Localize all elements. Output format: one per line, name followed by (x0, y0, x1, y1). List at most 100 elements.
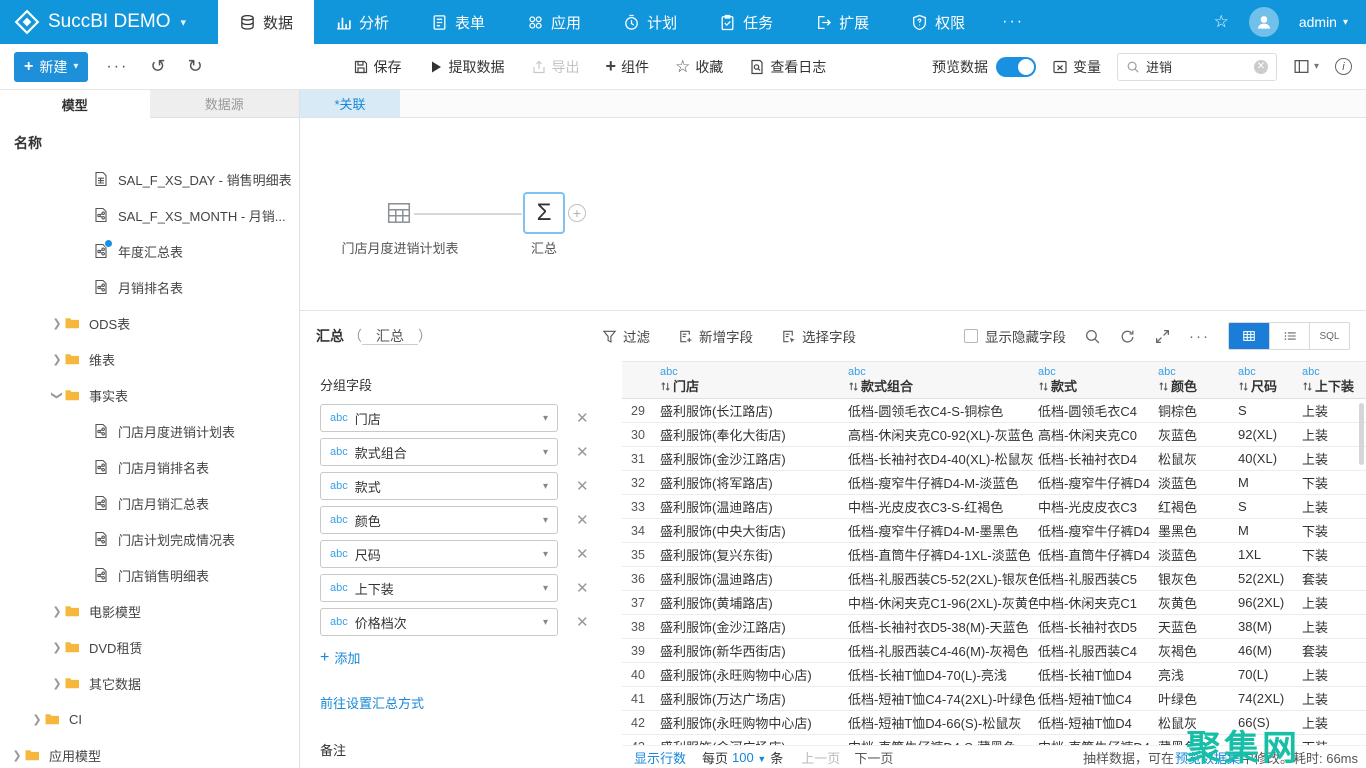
table-row[interactable]: 29盛利服饰(长江路店)低档-圆领毛衣C4-S-铜棕色低档-圆领毛衣C4铜棕色S… (622, 399, 1366, 423)
column-header-5[interactable]: abc 上下装 (1302, 362, 1366, 398)
tab-datasource[interactable]: 数据源 (150, 90, 300, 118)
tree-item-app-model-folder[interactable]: ❯ 应用模型 (0, 737, 299, 768)
table-row[interactable]: 37盛利服饰(黄埔路店)中档-休闲夹克C1-96(2XL)-灰黄色中档-休闲夹克… (622, 591, 1366, 615)
tree-item-store-completion[interactable]: 门店计划完成情况表 (0, 521, 299, 557)
expand-button[interactable] (1154, 328, 1171, 345)
tree-expand-icon[interactable]: ❯ (50, 677, 64, 690)
group-field-select-1[interactable]: abc 款式组合 ▾ (320, 438, 558, 466)
nav-tab-forms[interactable]: 表单 (410, 0, 506, 44)
redo-button[interactable]: ↻ (187, 56, 202, 77)
tree-expand-icon[interactable]: ❯ (30, 713, 44, 726)
tab-model[interactable]: 模型 (0, 90, 150, 118)
sum-node[interactable]: Σ (523, 192, 565, 234)
remove-field-button[interactable]: ✕ (576, 409, 589, 427)
tree-item-movie-folder[interactable]: ❯ 电影模型 (0, 593, 299, 629)
group-field-select-3[interactable]: abc 颜色 ▾ (320, 506, 558, 534)
extract-data-button[interactable]: 提取数据 (428, 57, 505, 77)
list-view-button[interactable] (1269, 323, 1309, 349)
preview-data-toggle[interactable] (996, 57, 1036, 77)
tree-item-other-folder[interactable]: ❯ 其它数据 (0, 665, 299, 701)
add-node-button[interactable]: + (568, 204, 586, 222)
table-row[interactable]: 42盛利服饰(永旺购物中心店)低档-短袖T恤D4-66(S)-松鼠灰低档-短袖T… (622, 711, 1366, 735)
panel-search-button[interactable] (1084, 328, 1101, 345)
table-row[interactable]: 30盛利服饰(奉化大街店)高档-休闲夹克C0-92(XL)-灰蓝色高档-休闲夹克… (622, 423, 1366, 447)
tree-item-store-rank[interactable]: 门店月销排名表 (0, 449, 299, 485)
remove-field-button[interactable]: ✕ (576, 613, 589, 631)
group-field-select-6[interactable]: abc 价格档次 ▾ (320, 608, 558, 636)
tree-expand-icon[interactable]: ❯ (10, 749, 24, 762)
column-header-2[interactable]: abc 款式 (1038, 362, 1158, 398)
tree-item-store-plan[interactable]: 门店月度进销计划表 (0, 413, 299, 449)
nav-tab-extensions[interactable]: 扩展 (794, 0, 890, 44)
tree-item-dvd-folder[interactable]: ❯ DVD租赁 (0, 629, 299, 665)
table-row[interactable]: 39盛利服饰(新华西街店)低档-礼服西装C4-46(M)-灰褐色低档-礼服西装C… (622, 639, 1366, 663)
nav-tab-tasks[interactable]: 任务 (698, 0, 794, 44)
remove-field-button[interactable]: ✕ (576, 511, 589, 529)
tree-collapse-icon[interactable]: ❯ (51, 388, 64, 402)
panel-more-button[interactable]: ··· (1189, 328, 1210, 345)
remove-field-button[interactable]: ✕ (576, 579, 589, 597)
group-field-select-2[interactable]: abc 款式 ▾ (320, 472, 558, 500)
panel-name-input[interactable]: 汇总 (362, 328, 418, 345)
nav-tab-plans[interactable]: 计划 (602, 0, 698, 44)
favorite-button[interactable]: ☆ 收藏 (675, 57, 723, 77)
select-field-button[interactable]: 选择字段 (781, 326, 856, 346)
view-log-button[interactable]: 查看日志 (749, 57, 826, 77)
tree-item-store-detail[interactable]: 门店销售明细表 (0, 557, 299, 593)
column-header-0[interactable]: abc 门店 (660, 362, 848, 398)
favorite-star-icon[interactable]: ☆ (1214, 12, 1229, 32)
tree-expand-icon[interactable]: ❯ (50, 605, 64, 618)
remove-field-button[interactable]: ✕ (576, 443, 589, 461)
tree-item-fact-folder[interactable]: ❯ 事实表 (0, 377, 299, 413)
tree-expand-icon[interactable]: ❯ (50, 353, 64, 366)
layout-switch-button[interactable]: ▾ (1293, 58, 1319, 75)
save-button[interactable]: 保存 (353, 57, 402, 77)
next-page-button[interactable]: 下一页 (854, 748, 893, 767)
tree-expand-icon[interactable]: ❯ (50, 317, 64, 330)
refresh-button[interactable] (1119, 328, 1136, 345)
tree-item-sal-f-xs-month[interactable]: SAL_F_XS_MONTH - 月销... (0, 197, 299, 233)
table-scrollbar[interactable] (1359, 403, 1364, 465)
table-row[interactable]: 38盛利服饰(金沙江路店)低档-长袖衬衣D5-38(M)-天蓝色低档-长袖衬衣D… (622, 615, 1366, 639)
group-field-select-4[interactable]: abc 尺码 ▾ (320, 540, 558, 568)
add-field-button[interactable]: 新增字段 (678, 326, 753, 346)
table-row[interactable]: 32盛利服饰(将军路店)低档-瘦窄牛仔裤D4-M-淡蓝色低档-瘦窄牛仔裤D4淡蓝… (622, 471, 1366, 495)
column-header-1[interactable]: abc 款式组合 (848, 362, 1038, 398)
tree-item-monthly-rank[interactable]: 月销排名表 (0, 269, 299, 305)
new-button[interactable]: + 新建 ▾ (14, 52, 88, 82)
doc-tab-relation[interactable]: *关联 (300, 90, 400, 117)
group-field-select-5[interactable]: abc 上下装 ▾ (320, 574, 558, 602)
toolbar-more-button[interactable]: ··· (106, 58, 128, 76)
tree-item-ci-folder[interactable]: ❯ CI (0, 701, 299, 737)
model-canvas[interactable]: 门店月度进销计划表 Σ 汇总 + (300, 118, 1366, 310)
info-button[interactable]: i (1335, 58, 1352, 75)
page-size-select[interactable]: 100 ▼ (732, 750, 766, 765)
show-rows-link[interactable]: 显示行数 (634, 748, 686, 767)
table-row[interactable]: 34盛利服饰(中央大街店)低档-瘦窄牛仔裤D4-M-墨黑色低档-瘦窄牛仔裤D4墨… (622, 519, 1366, 543)
table-row[interactable]: 40盛利服饰(永旺购物中心店)低档-长袖T恤D4-70(L)-亮浅低档-长袖T恤… (622, 663, 1366, 687)
component-button[interactable]: + 组件 (606, 56, 650, 77)
grid-view-button[interactable] (1229, 323, 1269, 349)
brand[interactable]: SuccBI DEMO ▾ (0, 0, 218, 44)
add-group-field-link[interactable]: + 添加 (320, 648, 622, 667)
nav-overflow-button[interactable]: ··· (986, 0, 1040, 44)
column-header-4[interactable]: abc 尺码 (1238, 362, 1302, 398)
table-row[interactable]: 33盛利服饰(温迪路店)中档-光皮皮衣C3-S-红褐色中档-光皮皮衣C3红褐色S… (622, 495, 1366, 519)
tree-item-sal-f-xs-day[interactable]: SAL_F_XS_DAY - 销售明细表 (0, 161, 299, 197)
avatar[interactable] (1249, 7, 1279, 37)
nav-tab-permissions[interactable]: 权限 (890, 0, 986, 44)
setup-summary-link[interactable]: 前往设置汇总方式 (320, 693, 622, 712)
show-hidden-fields-checkbox[interactable]: 显示隐藏字段 (964, 326, 1066, 346)
clear-search-icon[interactable]: ✕ (1254, 60, 1268, 74)
group-field-select-0[interactable]: abc 门店 ▾ (320, 404, 558, 432)
search-input[interactable] (1146, 59, 1248, 74)
tree-item-dim-folder[interactable]: ❯ 维表 (0, 341, 299, 377)
nav-tab-apps[interactable]: 应用 (506, 0, 602, 44)
sql-view-button[interactable]: SQL (1309, 323, 1349, 349)
tree-item-ods-folder[interactable]: ❯ ODS表 (0, 305, 299, 341)
filter-button[interactable]: 过滤 (602, 326, 650, 346)
table-row[interactable]: 31盛利服饰(金沙江路店)低档-长袖衬衣D4-40(XL)-松鼠灰低档-长袖衬衣… (622, 447, 1366, 471)
tree-item-store-summary[interactable]: 门店月销汇总表 (0, 485, 299, 521)
column-header-3[interactable]: abc 颜色 (1158, 362, 1238, 398)
preview-dataset-link[interactable]: 预览数据集 (1175, 751, 1240, 766)
